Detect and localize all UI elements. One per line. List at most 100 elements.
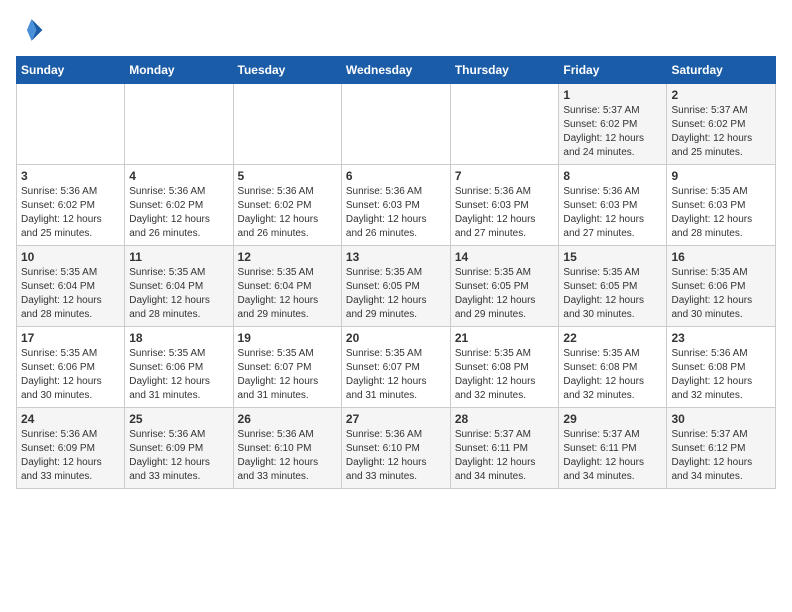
calendar-cell: 12 Sunrise: 5:35 AM Sunset: 6:04 PM Dayli… [233, 246, 341, 327]
weekday-header: Thursday [450, 57, 559, 84]
logo-icon [16, 16, 44, 44]
calendar-cell: 16Sunrise: 5:35 AM Sunset: 6:06 PM Dayli… [667, 246, 776, 327]
day-info: Sunrise: 5:35 AM Sunset: 6:05 PM Dayligh… [563, 266, 662, 322]
day-number: 11 [129, 250, 228, 264]
day-info: Sunrise: 5:36 AM Sunset: 6:08 PM Dayligh… [671, 347, 771, 403]
day-info: Sunrise: 5:36 AM Sunset: 6:03 PM Dayligh… [563, 185, 662, 241]
weekday-header: Wednesday [341, 57, 450, 84]
calendar-cell [17, 84, 125, 165]
calendar-cell [125, 84, 233, 165]
day-number: 10 [21, 250, 120, 264]
day-number: 8 [563, 169, 662, 183]
day-info: Sunrise: 5:36 AM Sunset: 6:10 PM Dayligh… [346, 428, 446, 484]
calendar-cell [233, 84, 341, 165]
page-header [16, 16, 776, 44]
day-info: Sunrise: 5:37 AM Sunset: 6:12 PM Dayligh… [671, 428, 771, 484]
day-info: Sunrise: 5:35 AM Sunset: 6:07 PM Dayligh… [346, 347, 446, 403]
calendar-cell: 25 Sunrise: 5:36 AM Sunset: 6:09 PM Dayli… [125, 408, 233, 489]
calendar-cell: 27 Sunrise: 5:36 AM Sunset: 6:10 PM Dayli… [341, 408, 450, 489]
day-info: Sunrise: 5:37 AM Sunset: 6:11 PM Dayligh… [563, 428, 662, 484]
calendar-cell: 20 Sunrise: 5:35 AM Sunset: 6:07 PM Dayli… [341, 327, 450, 408]
day-info: Sunrise: 5:35 AM Sunset: 6:04 PM Dayligh… [129, 266, 228, 322]
weekday-header: Saturday [667, 57, 776, 84]
calendar-cell: 29Sunrise: 5:37 AM Sunset: 6:11 PM Dayli… [559, 408, 667, 489]
day-info: Sunrise: 5:35 AM Sunset: 6:08 PM Dayligh… [455, 347, 555, 403]
day-number: 26 [238, 412, 337, 426]
weekday-header: Friday [559, 57, 667, 84]
day-info: Sunrise: 5:36 AM Sunset: 6:10 PM Dayligh… [238, 428, 337, 484]
day-number: 14 [455, 250, 555, 264]
day-info: Sunrise: 5:35 AM Sunset: 6:05 PM Dayligh… [455, 266, 555, 322]
day-info: Sunrise: 5:35 AM Sunset: 6:03 PM Dayligh… [671, 185, 771, 241]
day-number: 6 [346, 169, 446, 183]
day-number: 9 [671, 169, 771, 183]
day-info: Sunrise: 5:35 AM Sunset: 6:06 PM Dayligh… [21, 347, 120, 403]
day-number: 4 [129, 169, 228, 183]
day-number: 23 [671, 331, 771, 345]
weekday-header: Sunday [17, 57, 125, 84]
day-info: Sunrise: 5:37 AM Sunset: 6:02 PM Dayligh… [671, 104, 771, 160]
day-number: 28 [455, 412, 555, 426]
day-info: Sunrise: 5:37 AM Sunset: 6:11 PM Dayligh… [455, 428, 555, 484]
calendar-cell: 8 Sunrise: 5:36 AM Sunset: 6:03 PM Daylig… [559, 165, 667, 246]
calendar-cell: 10 Sunrise: 5:35 AM Sunset: 6:04 PM Dayli… [17, 246, 125, 327]
calendar-cell: 9 Sunrise: 5:35 AM Sunset: 6:03 PM Daylig… [667, 165, 776, 246]
day-info: Sunrise: 5:35 AM Sunset: 6:04 PM Dayligh… [21, 266, 120, 322]
calendar-cell: 23 Sunrise: 5:36 AM Sunset: 6:08 PM Dayli… [667, 327, 776, 408]
calendar-cell: 5Sunrise: 5:36 AM Sunset: 6:02 PM Daylig… [233, 165, 341, 246]
day-info: Sunrise: 5:36 AM Sunset: 6:02 PM Dayligh… [238, 185, 337, 241]
day-info: Sunrise: 5:35 AM Sunset: 6:05 PM Dayligh… [346, 266, 446, 322]
day-info: Sunrise: 5:36 AM Sunset: 6:09 PM Dayligh… [129, 428, 228, 484]
calendar-cell: 17 Sunrise: 5:35 AM Sunset: 6:06 PM Dayli… [17, 327, 125, 408]
day-info: Sunrise: 5:36 AM Sunset: 6:03 PM Dayligh… [455, 185, 555, 241]
day-number: 3 [21, 169, 120, 183]
calendar-cell: 15 Sunrise: 5:35 AM Sunset: 6:05 PM Dayli… [559, 246, 667, 327]
calendar-cell: 30 Sunrise: 5:37 AM Sunset: 6:12 PM Dayli… [667, 408, 776, 489]
day-info: Sunrise: 5:36 AM Sunset: 6:03 PM Dayligh… [346, 185, 446, 241]
day-info: Sunrise: 5:36 AM Sunset: 6:09 PM Dayligh… [21, 428, 120, 484]
day-number: 1 [563, 88, 662, 102]
calendar-cell: 19 Sunrise: 5:35 AM Sunset: 6:07 PM Dayli… [233, 327, 341, 408]
day-number: 25 [129, 412, 228, 426]
weekday-header: Monday [125, 57, 233, 84]
calendar-cell [450, 84, 559, 165]
day-number: 21 [455, 331, 555, 345]
day-number: 17 [21, 331, 120, 345]
calendar-cell: 21 Sunrise: 5:35 AM Sunset: 6:08 PM Dayli… [450, 327, 559, 408]
day-number: 20 [346, 331, 446, 345]
calendar-cell: 7 Sunrise: 5:36 AM Sunset: 6:03 PM Daylig… [450, 165, 559, 246]
calendar-cell: 11 Sunrise: 5:35 AM Sunset: 6:04 PM Dayli… [125, 246, 233, 327]
calendar-cell: 13 Sunrise: 5:35 AM Sunset: 6:05 PM Dayli… [341, 246, 450, 327]
day-info: Sunrise: 5:35 AM Sunset: 6:07 PM Dayligh… [238, 347, 337, 403]
day-info: Sunrise: 5:36 AM Sunset: 6:02 PM Dayligh… [129, 185, 228, 241]
calendar-week-row: 1 Sunrise: 5:37 AM Sunset: 6:02 PM Daylig… [17, 84, 776, 165]
day-number: 27 [346, 412, 446, 426]
calendar-cell: 6 Sunrise: 5:36 AM Sunset: 6:03 PM Daylig… [341, 165, 450, 246]
calendar-week-row: 10 Sunrise: 5:35 AM Sunset: 6:04 PM Dayli… [17, 246, 776, 327]
calendar-week-row: 24 Sunrise: 5:36 AM Sunset: 6:09 PM Dayli… [17, 408, 776, 489]
day-number: 24 [21, 412, 120, 426]
day-number: 12 [238, 250, 337, 264]
calendar-cell: 4 Sunrise: 5:36 AM Sunset: 6:02 PM Daylig… [125, 165, 233, 246]
calendar-cell [341, 84, 450, 165]
calendar-cell: 18Sunrise: 5:35 AM Sunset: 6:06 PM Dayli… [125, 327, 233, 408]
day-number: 7 [455, 169, 555, 183]
weekday-header: Tuesday [233, 57, 341, 84]
day-number: 19 [238, 331, 337, 345]
day-number: 30 [671, 412, 771, 426]
calendar-week-row: 3 Sunrise: 5:36 AM Sunset: 6:02 PM Daylig… [17, 165, 776, 246]
day-info: Sunrise: 5:37 AM Sunset: 6:02 PM Dayligh… [563, 104, 662, 160]
calendar-cell: 22Sunrise: 5:35 AM Sunset: 6:08 PM Dayli… [559, 327, 667, 408]
calendar-cell: 26 Sunrise: 5:36 AM Sunset: 6:10 PM Dayli… [233, 408, 341, 489]
day-number: 2 [671, 88, 771, 102]
day-info: Sunrise: 5:35 AM Sunset: 6:06 PM Dayligh… [129, 347, 228, 403]
day-info: Sunrise: 5:35 AM Sunset: 6:06 PM Dayligh… [671, 266, 771, 322]
calendar-table: SundayMondayTuesdayWednesdayThursdayFrid… [16, 56, 776, 489]
logo [16, 16, 48, 44]
day-info: Sunrise: 5:35 AM Sunset: 6:04 PM Dayligh… [238, 266, 337, 322]
calendar-cell: 2 Sunrise: 5:37 AM Sunset: 6:02 PM Daylig… [667, 84, 776, 165]
day-info: Sunrise: 5:35 AM Sunset: 6:08 PM Dayligh… [563, 347, 662, 403]
calendar-cell: 24 Sunrise: 5:36 AM Sunset: 6:09 PM Dayli… [17, 408, 125, 489]
day-number: 13 [346, 250, 446, 264]
day-number: 15 [563, 250, 662, 264]
